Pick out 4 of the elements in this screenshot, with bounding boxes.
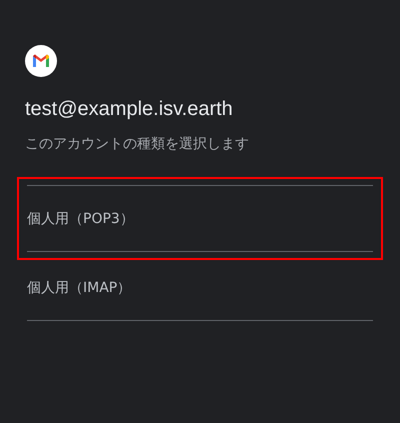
account-type-option[interactable]: 個人用（POP3） (17, 177, 383, 260)
instruction-text: このアカウントの種類を選択します (25, 135, 250, 154)
mail-logo-icon (25, 45, 57, 77)
account-email: test@example.isv.earth (25, 97, 234, 121)
